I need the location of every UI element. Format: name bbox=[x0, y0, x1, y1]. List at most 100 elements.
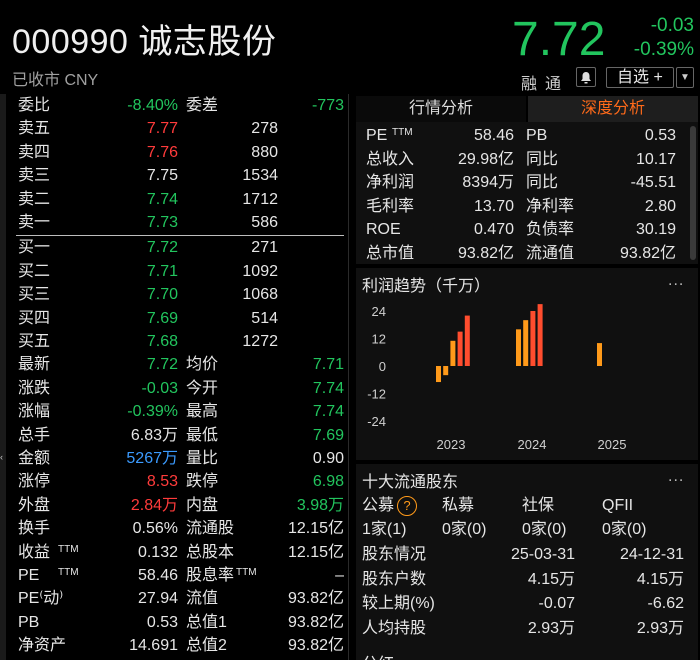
profit-bar[interactable] bbox=[523, 320, 529, 366]
stat-label: 量比 bbox=[186, 450, 219, 467]
stat-label: PB bbox=[18, 613, 40, 631]
stat-value: 2.84万 bbox=[130, 496, 178, 514]
bid-price: 7.71 bbox=[146, 262, 178, 280]
bid-volume: 271 bbox=[251, 239, 278, 257]
stat-row: PE⁽动⁾ 27.94 流值 93.82亿 bbox=[18, 587, 344, 610]
ask-volume: 278 bbox=[251, 120, 278, 138]
stat-value: 58.46 bbox=[137, 567, 178, 584]
holder-row-label: 较上期(%) bbox=[362, 595, 435, 612]
ttm-superscript: TTM bbox=[392, 127, 413, 138]
ask-label: 卖一 bbox=[18, 214, 51, 231]
rongtong-label[interactable]: 融通 bbox=[521, 70, 569, 94]
fin-row: 毛利率 13.70 净利率 2.80 bbox=[366, 195, 676, 218]
ask-row[interactable]: 卖五 7.77 278 bbox=[18, 117, 344, 140]
stat-label: 委差 bbox=[186, 97, 219, 114]
financials-scrollbar[interactable] bbox=[690, 126, 696, 260]
profit-more-icon[interactable]: ... bbox=[668, 272, 684, 290]
stat-value: -0.03 bbox=[141, 379, 178, 397]
fin-label: 总收入 bbox=[366, 150, 415, 168]
fin-label: 负债率 bbox=[526, 221, 575, 238]
y-tick-label: -12 bbox=[367, 387, 386, 402]
bid-row[interactable]: 买五 7.68 1272 bbox=[18, 330, 344, 353]
stat-value: 6.98 bbox=[312, 473, 344, 491]
fin-value: 0.470 bbox=[473, 221, 514, 238]
stat-label: 换手 bbox=[18, 520, 51, 538]
fin-value: 0.53 bbox=[644, 127, 676, 144]
holder-row-value: 4.15万 bbox=[636, 570, 684, 588]
fin-value: 93.82亿 bbox=[457, 244, 514, 262]
price-change: -0.03 -0.39% bbox=[626, 14, 694, 62]
bid-price: 7.68 bbox=[146, 333, 178, 350]
fin-value: 58.46 bbox=[473, 127, 514, 144]
profit-bar[interactable] bbox=[450, 340, 456, 366]
profit-bar[interactable] bbox=[457, 331, 463, 366]
ask-row[interactable]: 卖一 7.73 586 bbox=[18, 211, 344, 234]
stat-label: 股息率 bbox=[186, 567, 235, 584]
holder-row-value: 2.93万 bbox=[527, 619, 575, 637]
holder-row-value: 2.93万 bbox=[636, 619, 684, 637]
bid-price: 7.69 bbox=[146, 309, 178, 327]
change-value: -0.03 bbox=[650, 15, 694, 36]
stat-label: 金额 bbox=[18, 450, 51, 467]
bid-label: 买五 bbox=[18, 333, 51, 350]
ask-row[interactable]: 卖四 7.76 880 bbox=[18, 141, 344, 164]
stat-value: 93.82亿 bbox=[287, 590, 344, 608]
bid-label: 买四 bbox=[18, 309, 51, 327]
stat-label: 收益 bbox=[18, 543, 51, 561]
holders-more-icon[interactable]: ... bbox=[668, 468, 684, 486]
profit-bar[interactable] bbox=[443, 366, 449, 376]
stat-value: 7.71 bbox=[312, 356, 344, 374]
holder-row-value: -0.07 bbox=[538, 595, 575, 612]
bid-row[interactable]: 买二 7.71 1092 bbox=[18, 260, 344, 283]
bid-volume: 514 bbox=[251, 309, 278, 327]
last-price: 7.72 bbox=[512, 13, 606, 66]
market-status: 已收市 CNY bbox=[12, 72, 99, 89]
profit-bar[interactable] bbox=[464, 315, 470, 366]
ask-label: 卖二 bbox=[18, 190, 51, 208]
collapse-arrow-icon[interactable]: ‹ bbox=[0, 452, 7, 466]
ask-row[interactable]: 卖二 7.74 1712 bbox=[18, 188, 344, 211]
holder-row-value: -6.62 bbox=[647, 595, 684, 612]
fin-label: PB bbox=[526, 127, 548, 144]
stat-row: 总手 6.83万 最低 7.69 bbox=[18, 424, 344, 447]
fin-value: 29.98亿 bbox=[457, 150, 514, 168]
stat-label: 最低 bbox=[186, 426, 219, 444]
bid-label: 买一 bbox=[18, 239, 51, 257]
left-divider bbox=[348, 94, 349, 660]
stat-value: 12.15亿 bbox=[287, 543, 344, 561]
fin-label: 总市值 bbox=[366, 244, 415, 262]
ask-price: 7.75 bbox=[146, 167, 178, 185]
bid-row[interactable]: 买四 7.69 514 bbox=[18, 307, 344, 330]
stat-label: 总股本 bbox=[186, 543, 235, 561]
fin-label: 流通值 bbox=[526, 244, 575, 262]
fin-value: 10.17 bbox=[635, 150, 676, 168]
left-panel-edge bbox=[0, 94, 6, 660]
fin-value: 30.19 bbox=[635, 221, 676, 238]
stat-row: 涨停 8.53 跌停 6.98 bbox=[18, 470, 344, 493]
profit-bar[interactable] bbox=[436, 366, 441, 383]
stat-value: 8.53 bbox=[146, 473, 178, 491]
bell-icon[interactable] bbox=[576, 67, 596, 87]
bid-row[interactable]: 买一 7.72 271 bbox=[18, 236, 344, 259]
holder-row-value: 25-03-31 bbox=[510, 546, 575, 563]
tab-deep-analysis[interactable]: 深度分析 bbox=[528, 96, 698, 122]
ask-row[interactable]: 卖三 7.75 1534 bbox=[18, 164, 344, 187]
help-icon[interactable]: ? bbox=[397, 496, 417, 516]
profit-bar[interactable] bbox=[516, 329, 521, 366]
ask-price: 7.74 bbox=[146, 190, 178, 208]
profit-bar[interactable] bbox=[597, 343, 602, 366]
fin-row: 总收入 29.98亿 同比 10.17 bbox=[366, 148, 676, 171]
tab-market-analysis[interactable]: 行情分析 bbox=[356, 96, 526, 122]
analysis-tabs: 行情分析 深度分析 bbox=[356, 96, 698, 122]
y-tick-label: 24 bbox=[372, 304, 386, 319]
ask-label: 卖三 bbox=[18, 167, 51, 185]
holder-count: 1家(1) bbox=[362, 521, 407, 538]
bid-row[interactable]: 买三 7.70 1068 bbox=[18, 283, 344, 306]
profit-bar[interactable] bbox=[530, 311, 536, 366]
holder-category: 社保 bbox=[522, 497, 555, 514]
chevron-down-icon[interactable]: ▼ bbox=[676, 67, 694, 88]
fin-value: 13.70 bbox=[473, 197, 514, 215]
add-watchlist-button[interactable]: 自选 + bbox=[606, 67, 674, 88]
profit-bar[interactable] bbox=[537, 304, 543, 366]
ttm-superscript: TTM bbox=[58, 567, 79, 578]
